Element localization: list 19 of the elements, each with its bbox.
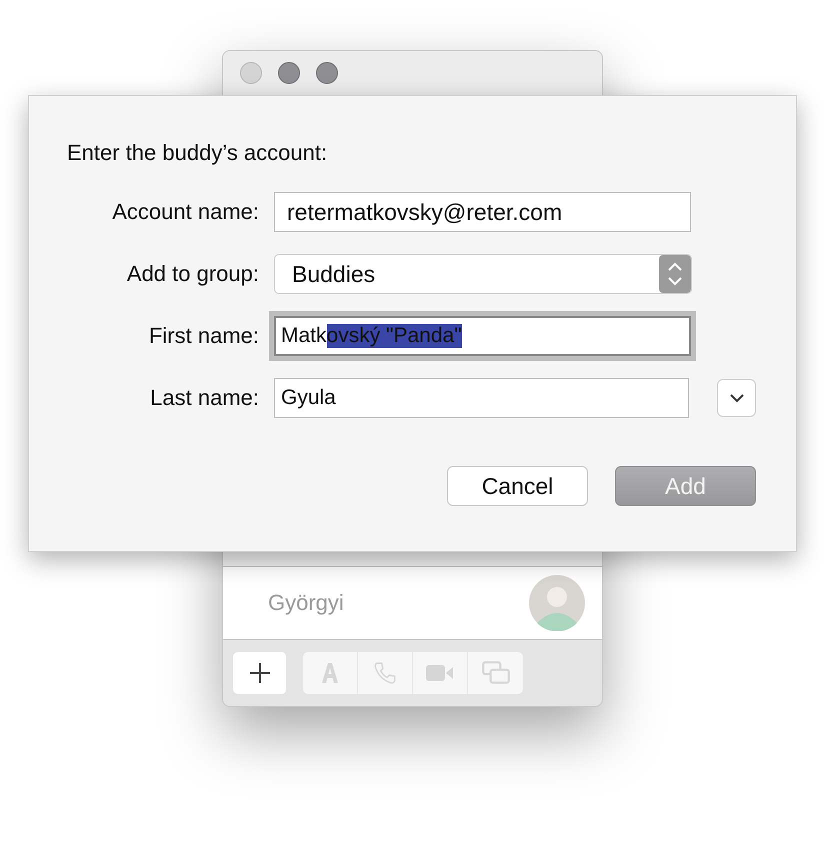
- phone-icon: [372, 660, 398, 686]
- group-popup[interactable]: Buddies: [274, 254, 692, 294]
- field-label: Last name:: [149, 385, 259, 411]
- input-field[interactable]: retermatkovsky@reter.com: [274, 192, 691, 232]
- field-label: Account name:: [111, 199, 259, 225]
- window-control[interactable]: [316, 62, 338, 84]
- field-label: First name:: [148, 323, 259, 349]
- input-field[interactable]: Gyula: [274, 378, 690, 418]
- window-control[interactable]: [278, 62, 300, 84]
- chevron-down-icon: [728, 393, 745, 403]
- add-button[interactable]: [233, 652, 287, 694]
- avatar-icon: [529, 575, 585, 631]
- screen-share-icon: [480, 660, 510, 686]
- field-label: Add to group:: [126, 261, 259, 287]
- plus-icon: [248, 661, 272, 685]
- stepper-icon: [659, 255, 691, 293]
- sheet-prompt: Enter the buddy’s account:: [67, 140, 328, 166]
- cancel-button[interactable]: Cancel: [447, 466, 588, 506]
- disclosure-button[interactable]: [717, 379, 756, 417]
